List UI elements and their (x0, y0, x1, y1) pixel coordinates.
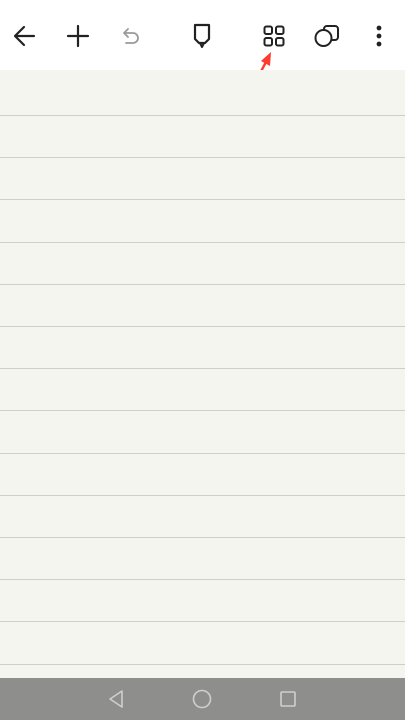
plus-icon (66, 24, 90, 48)
ruled-line (0, 199, 405, 200)
ruled-line (0, 368, 405, 369)
add-button[interactable] (56, 14, 100, 58)
ruled-line (0, 579, 405, 580)
note-canvas[interactable] (0, 70, 405, 678)
nav-home-button[interactable] (187, 685, 217, 713)
ruled-line (0, 115, 405, 116)
pen-icon (193, 23, 211, 48)
more-options-button[interactable] (357, 14, 401, 58)
square-recents-icon (280, 691, 296, 707)
ruled-line (0, 621, 405, 622)
arrow-left-icon (13, 25, 36, 47)
shapes-icon (314, 25, 339, 47)
ruled-line (0, 242, 405, 243)
grid-icon (263, 25, 285, 47)
pen-button[interactable] (180, 14, 224, 58)
undo-button[interactable] (108, 14, 152, 58)
ruled-line (0, 453, 405, 454)
undo-icon (123, 28, 139, 44)
back-button[interactable] (3, 14, 47, 58)
top-toolbar (0, 0, 405, 70)
ruled-line (0, 537, 405, 538)
more-vertical-icon (376, 25, 382, 47)
nav-recents-button[interactable] (273, 685, 303, 713)
ruled-line (0, 284, 405, 285)
ruled-line (0, 410, 405, 411)
system-navigation-bar (0, 678, 405, 720)
grid-view-button[interactable] (252, 14, 296, 58)
circle-home-icon (192, 689, 212, 709)
nav-back-button[interactable] (101, 685, 131, 713)
ruled-line (0, 326, 405, 327)
ruled-line (0, 664, 405, 665)
ruled-line (0, 495, 405, 496)
shapes-button[interactable] (305, 14, 349, 58)
triangle-back-icon (109, 690, 123, 708)
ruled-line (0, 157, 405, 158)
